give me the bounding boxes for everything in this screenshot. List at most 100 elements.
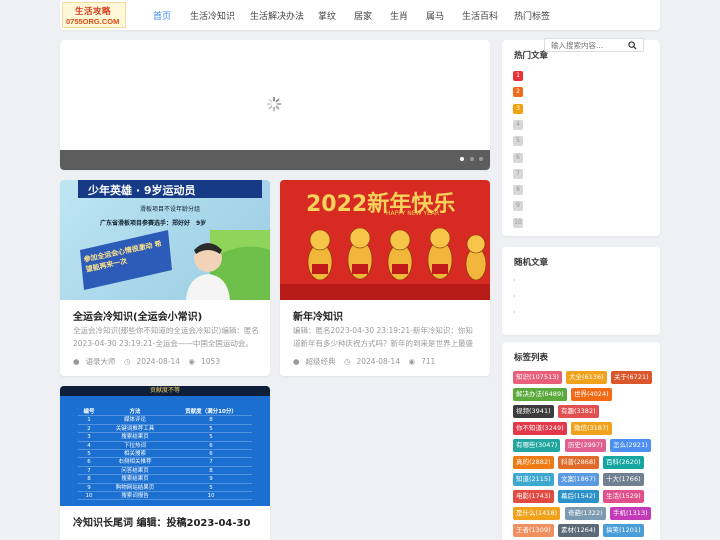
hot-article-rank[interactable]: 4 (513, 119, 523, 130)
nav-home[interactable]: 首页 (153, 9, 171, 22)
article-meta: ● 语录大师 ◷ 2024-08-14 ◉ 1053 (73, 356, 226, 367)
hot-article-rank[interactable]: 6 (513, 152, 523, 163)
tag-link[interactable]: 文案(1867) (558, 473, 599, 486)
random-articles-panel: 随机文章 (502, 247, 660, 335)
tag-link[interactable]: 真的(2882) (513, 456, 554, 469)
article-meta: ● 超级经典 ◷ 2024-08-14 ◉ 711 (293, 356, 441, 367)
tag-link[interactable]: 有哪些(3047) (513, 439, 561, 452)
tag-link[interactable]: 科普(2868) (558, 456, 599, 469)
tag-link[interactable]: 视频(3941) (513, 405, 554, 418)
article-views: 1053 (201, 357, 221, 366)
keyword-table-cell: 4 (87, 442, 91, 449)
keyword-table-cell: 方法 (129, 409, 141, 415)
nav-horse[interactable]: 属马 (426, 9, 444, 22)
carousel-bar (60, 150, 490, 170)
eye-icon: ◉ (408, 357, 416, 366)
keyword-table-row: 3 搜索结果页 5 (78, 433, 252, 442)
keyword-table-cell: 7 (87, 467, 91, 474)
tag-link[interactable]: 生活(1529) (603, 490, 644, 503)
nav-life-trivia[interactable]: 生活冷知识 (190, 9, 235, 22)
tag-link[interactable]: 素材(1264) (558, 524, 599, 537)
keyword-table-cell: 问答结果页 (121, 467, 149, 474)
article-thumbnail[interactable]: 贡献度不等 编号 方法 贡献度（满分10分） 1 媒体评论 8 2 关键词推荐工具 5 3 搜索结果… (60, 386, 270, 506)
nav-palm-lines[interactable]: 掌纹 (318, 9, 336, 22)
tag-link[interactable]: 世界(4024) (571, 388, 612, 401)
tag-link[interactable]: 怎么(2921) (610, 439, 651, 452)
keyword-table-row: 1 媒体评论 8 (78, 416, 252, 425)
article-author[interactable]: 语录大师 (86, 357, 116, 366)
carousel-dot-3[interactable] (479, 157, 483, 161)
tag-link[interactable]: 知道(2115) (513, 473, 554, 486)
article-author[interactable]: 超级经典 (306, 357, 336, 366)
hot-article-rank[interactable]: 1 (513, 71, 523, 81)
tag-link[interactable]: 微信(3187) (571, 422, 612, 435)
image-carousel[interactable] (60, 40, 490, 170)
carousel-dot-1[interactable] (460, 157, 464, 161)
article-date: 2024-08-14 (136, 357, 181, 366)
top-navbar: 生活攻略 0755ORG.COM 首页 生活冷知识 生活解决办法 掌纹 居家 生… (60, 0, 660, 30)
nav-life-solutions[interactable]: 生活解决办法 (250, 9, 304, 22)
carousel-dot-2[interactable] (470, 157, 474, 161)
table-header-banner: 贡献度不等 (60, 386, 270, 396)
random-article-link[interactable]: · (513, 308, 516, 317)
tag-link[interactable]: 有趣(3382) (558, 405, 599, 418)
hot-article-rank[interactable]: 5 (513, 136, 523, 147)
keyword-table-cell: 8 (209, 417, 213, 424)
tag-link[interactable]: 王者(1309) (513, 524, 554, 537)
article-thumbnail[interactable]: 2022新年快乐 HAPPY NEW YEAR (280, 180, 490, 300)
keyword-table-cell: 6 (209, 450, 213, 457)
keyword-table-row: 9 购物网站结果页 5 (78, 484, 252, 492)
poster-banner: 少年英雄 · 9岁运动员 (88, 184, 196, 197)
tag-link[interactable]: 百科(2620) (603, 456, 644, 469)
clock-icon: ◷ (123, 357, 131, 366)
nav-zodiac[interactable]: 生肖 (390, 9, 408, 22)
tag-link[interactable]: 大全(6136) (566, 371, 607, 384)
user-icon: ● (73, 357, 80, 366)
article-title[interactable]: 冷知识长尾词 编辑：投稿2023-04-30 (73, 514, 250, 529)
tag-link[interactable]: 解决办法(6489) (513, 388, 567, 401)
tag-link[interactable]: 你不知道(3249) (513, 422, 567, 435)
hot-article-rank[interactable]: 7 (513, 168, 523, 179)
tag-link[interactable]: 奇葩(1322) (565, 507, 606, 520)
nav-encyclopedia[interactable]: 生活百科 (462, 9, 498, 22)
tag-link[interactable]: 历史(2997) (565, 439, 606, 452)
article-card[interactable]: 2022新年快乐 HAPPY NEW YEAR 新年冷知识 编辑：匿名2023-… (280, 180, 490, 376)
poster-line2: 广东省滑板项目参赛选手：郑好好 9岁 (100, 220, 207, 227)
article-card[interactable]: 少年英雄 · 9岁运动员 滑板项目不设年龄分组 广东省滑板项目参赛选手：郑好好 … (60, 180, 270, 376)
random-article-link[interactable]: · (513, 292, 516, 301)
tag-link[interactable]: 关于(6721) (611, 371, 652, 384)
keyword-table-cell: 搜索结果页 (121, 434, 149, 441)
nav-hot-tags[interactable]: 热门标签 (514, 9, 550, 22)
keyword-table-row: 8 搜索结果页 9 (78, 475, 252, 484)
hot-article-rank[interactable]: 9 (513, 201, 523, 212)
poster-line1: 滑板项目不设年龄分组 (140, 206, 201, 213)
tag-link[interactable]: 手机(1313) (610, 507, 651, 520)
random-article-link[interactable]: · (513, 276, 516, 285)
keyword-table-cell: 10 (85, 492, 93, 499)
hot-article-rank[interactable]: 2 (513, 87, 523, 98)
keyword-table-cell: 6 (87, 459, 91, 466)
hot-article-rank[interactable]: 3 (513, 103, 523, 114)
article-excerpt: 全运会冷知识(那些你不知道的全运会冷知识)编辑：匿名 2023-04-30 23… (73, 326, 259, 348)
tag-link[interactable]: 是什么(1418) (513, 507, 561, 520)
keyword-table-cell: 8 (87, 476, 91, 483)
article-date: 2024-08-14 (356, 357, 401, 366)
tag-link[interactable]: 搞笑(1201) (603, 524, 644, 537)
nav-home-living[interactable]: 居家 (354, 9, 372, 22)
site-logo[interactable]: 生活攻略 0755ORG.COM (62, 2, 126, 28)
keyword-table-cell: 搜索词报告 (121, 492, 149, 499)
hot-article-rank[interactable]: 8 (513, 185, 523, 196)
article-title[interactable]: 全运会冷知识(全运会小常识) (73, 308, 202, 323)
keyword-table-cell: 8 (209, 467, 213, 474)
article-title[interactable]: 新年冷知识 (293, 308, 343, 323)
tag-link[interactable]: 电影(1743) (513, 490, 554, 503)
tag-link[interactable]: 幕后(1542) (558, 490, 599, 503)
tag-list-title: 标签列表 (514, 353, 549, 363)
poster-sub: HAPPY NEW YEAR (386, 210, 440, 217)
hot-article-rank[interactable]: 10 (513, 217, 523, 228)
search-icon[interactable] (628, 41, 637, 50)
article-thumbnail[interactable]: 少年英雄 · 9岁运动员 滑板项目不设年龄分组 广东省滑板项目参赛选手：郑好好 … (60, 180, 270, 300)
tag-link[interactable]: 十大(1766) (603, 473, 644, 486)
article-card[interactable]: 贡献度不等 编号 方法 贡献度（满分10分） 1 媒体评论 8 2 关键词推荐工具 5 3 搜索结果… (60, 386, 270, 540)
tag-link[interactable]: 知识(107513) (513, 371, 562, 384)
